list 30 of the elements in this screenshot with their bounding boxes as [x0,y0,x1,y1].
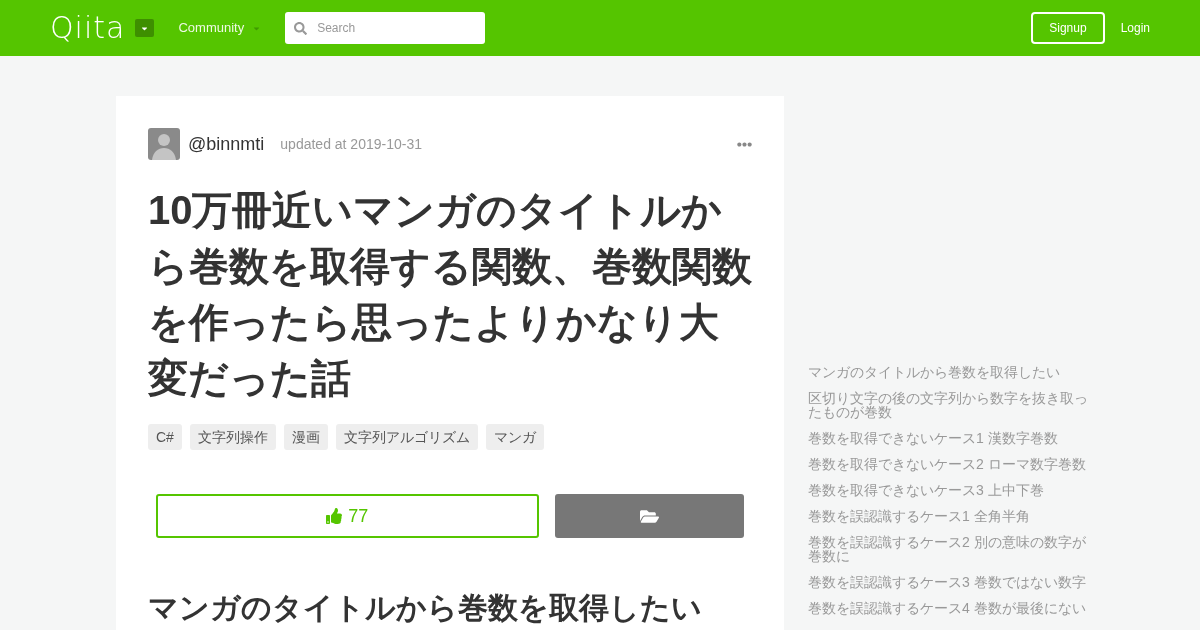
toc-link[interactable]: 巻数を誤認識するケース2 別の意味の数字が巻数に [808,535,1092,563]
search-field[interactable]: Search [285,12,486,44]
tag-label[interactable]: 文字列アルゴリズム [335,424,478,450]
signup-button[interactable]: Signup [1031,12,1105,44]
avatar-placeholder [148,128,180,160]
toc-link[interactable]: 巻数を誤認識するケース3 巻数ではない数字 [808,575,1092,589]
toc-link[interactable]: 巻数を誤認識するケース4 巻数が最後にない [808,601,1092,615]
toc-link[interactable]: 区切り文字の後の文字列から数字を抜き取ったものが巻数 [808,391,1092,419]
community-menu[interactable]: Community [178,18,262,38]
toc-link[interactable]: 巻数を取得できないケース3 上中下巻 [808,483,1092,497]
toc-link[interactable]: 巻数を取得できないケース1 漢数字巻数 [808,431,1092,445]
updated-date: updated at 2019-10-31 [280,135,422,154]
article-title: 10万冊近いマンガのタイトルから巻数を取得する関数、巻数関数を作ったら思ったよりかなり大変だった話 [148,187,753,402]
tag-label[interactable]: 漫画 [283,424,328,450]
thumbs-up-icon [326,508,343,524]
author-name[interactable]: @binnmti [188,130,265,158]
search-icon [294,22,308,35]
toc-link[interactable]: 巻数を誤認識するケース1 全角半角 [808,509,1092,523]
logo-dropdown-button[interactable] [135,19,155,37]
tag-label[interactable]: C# [148,424,182,450]
login-link[interactable]: Login [1104,12,1166,44]
stock-button[interactable] [554,494,744,538]
toc-link[interactable]: マンガのタイトルから巻数を取得したい [808,365,1092,379]
like-button[interactable]: 77 [156,494,539,538]
tag-label[interactable]: 文字列操作 [189,424,276,450]
site-logo[interactable]: Qiita [50,13,126,43]
tag-label[interactable]: マンガ [485,424,544,450]
toc-link[interactable]: 巻数を取得できないケース2 ローマ数字巻数 [808,457,1092,471]
folder-icon [639,507,659,525]
section-heading: マンガのタイトルから巻数を取得したい [148,590,703,626]
